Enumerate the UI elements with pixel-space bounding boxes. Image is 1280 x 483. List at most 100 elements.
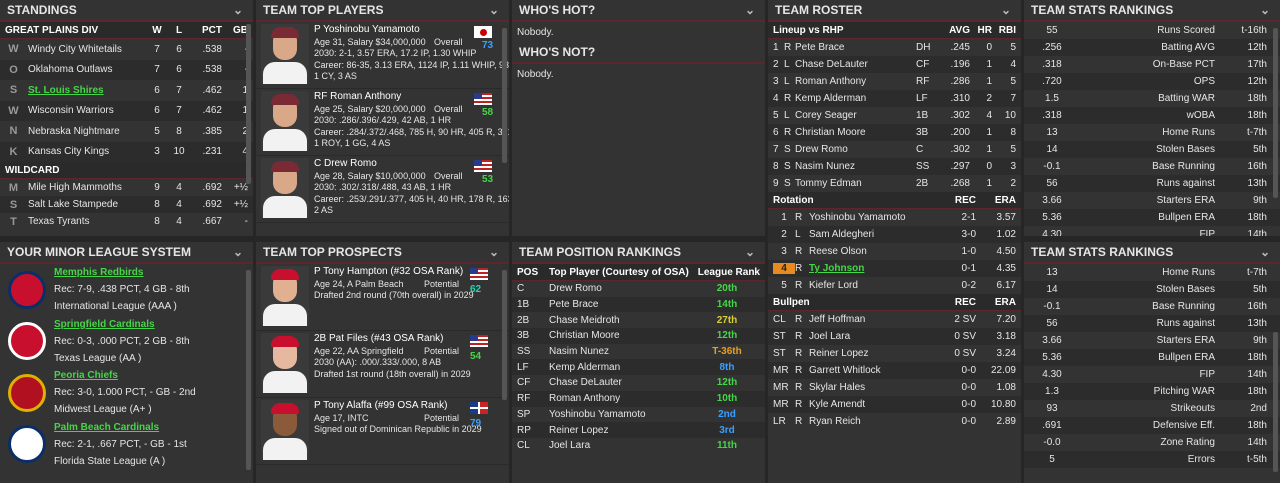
chevron-down-icon[interactable]: ⌄ xyxy=(230,3,246,17)
position-row[interactable]: RP Reiner Lopez 3rd xyxy=(512,422,765,438)
scrollbar[interactable] xyxy=(246,270,251,470)
minor-team-card[interactable]: Peoria Chiefs Rec: 3-0, 1.000 PCT, - GB -… xyxy=(0,367,253,419)
prospect-card[interactable]: P Tony Alaffa (#99 OSA Rank) Age 17, INTC… xyxy=(256,398,509,465)
minor-team-card[interactable]: Palm Beach Cardinals Rec: 2-1, .667 PCT, … xyxy=(0,419,253,471)
chevron-down-icon[interactable]: ⌄ xyxy=(486,245,502,259)
column-header: GREAT PLAINS DIV xyxy=(5,24,99,36)
wildcard-row[interactable]: M Mile High Mammoths 9 4 .692 +½ xyxy=(0,179,253,196)
wildcard-row[interactable]: S Salt Lake Stampede 8 4 .692 +½ xyxy=(0,196,253,213)
team-name[interactable]: Salt Lake Stampede xyxy=(28,199,146,210)
prospect-card[interactable]: 2B Pat Files (#43 OSA Rank) Age 22, AA Sp… xyxy=(256,331,509,398)
minor-team-name[interactable]: Springfield Cardinals xyxy=(54,316,253,333)
position-row[interactable]: 1B Pete Brace 14th xyxy=(512,296,765,313)
player-card[interactable]: C Drew Romo Age 28, Salary $10,000,000 Ove… xyxy=(256,156,509,223)
hr: 4 xyxy=(986,110,992,121)
rotation-row[interactable]: 4 R Ty Johnson 0-1 4.35 xyxy=(768,260,1021,277)
chevron-down-icon[interactable]: ⌄ xyxy=(230,245,246,259)
position-row[interactable]: 2B Chase Meidroth 27th xyxy=(512,312,765,328)
minor-team-name[interactable]: Peoria Chiefs xyxy=(54,367,253,384)
lineup-row[interactable]: 5 L Corey Seager 1B .302 4 10 xyxy=(768,107,1021,124)
chevron-down-icon[interactable]: ⌄ xyxy=(486,3,502,17)
wildcard-row[interactable]: T Texas Tyrants 8 4 .667 - xyxy=(0,213,253,230)
scrollbar[interactable] xyxy=(502,28,507,163)
wildcard-title: WILDCARD xyxy=(5,164,60,176)
scrollbar[interactable] xyxy=(1273,28,1278,198)
bullpen-row[interactable]: ST R Reiner Lopez 0 SV 3.24 xyxy=(768,345,1021,362)
bullpen-row[interactable]: MR R Kyle Amendt 0-0 10.80 xyxy=(768,396,1021,413)
position-row[interactable]: RF Roman Anthony 10th xyxy=(512,390,765,407)
lineup-row[interactable]: 3 L Roman Anthony RF .286 1 5 xyxy=(768,73,1021,90)
stat-rank: 18th xyxy=(1247,212,1267,223)
team-stat: .462 xyxy=(202,105,222,117)
column-header: GB xyxy=(233,24,248,36)
minor-team-name[interactable]: Memphis Redbirds xyxy=(54,264,253,281)
bullpen-row[interactable]: CL R Jeff Hoffman 2 SV 7.20 xyxy=(768,311,1021,328)
standings-row[interactable]: N Nebraska Nightmare 5 8 .3852 xyxy=(0,121,253,142)
bullpen-row[interactable]: MR R Garrett Whitlock 0-0 22.09 xyxy=(768,362,1021,379)
lineup-row[interactable]: 9 S Tommy Edman 2B .268 1 2 xyxy=(768,175,1021,192)
chevron-down-icon[interactable]: ⌄ xyxy=(742,245,758,259)
chevron-down-icon[interactable]: ⌄ xyxy=(742,3,758,17)
rotation-row[interactable]: 5 R Kiefer Lord 0-2 6.17 xyxy=(768,277,1021,294)
team-name[interactable]: Windy City Whitetails xyxy=(28,44,146,55)
team-name[interactable]: Mile High Mammoths xyxy=(28,182,146,193)
team-name[interactable]: Wisconsin Warriors xyxy=(28,105,146,116)
bullpen-role: LR xyxy=(773,416,786,427)
team-name[interactable]: Nebraska Nightmare xyxy=(28,126,146,137)
column-header: Bullpen xyxy=(773,296,810,308)
bullpen-row[interactable]: ST R Joel Lara 0 SV 3.18 xyxy=(768,328,1021,345)
stat-value: .256 xyxy=(1042,42,1062,53)
team-stat: 2 xyxy=(222,126,248,137)
scrollbar[interactable] xyxy=(246,24,251,184)
team-name[interactable]: Oklahoma Outlaws xyxy=(28,64,146,75)
rotation-row[interactable]: 2 L Sam Aldegheri 3-0 1.02 xyxy=(768,226,1021,243)
team-logo-icon: K xyxy=(9,145,18,158)
player-card[interactable]: P Yoshinobu Yamamoto Age 31, Salary $34,0… xyxy=(256,22,509,89)
minor-team-name[interactable]: Palm Beach Cardinals xyxy=(54,419,253,436)
position: 1B xyxy=(916,110,929,121)
position-row[interactable]: 3B Christian Moore 12th xyxy=(512,328,765,344)
team-name[interactable]: St. Louis Shires xyxy=(28,85,146,96)
chevron-down-icon[interactable]: ⌄ xyxy=(1257,3,1273,17)
chevron-down-icon[interactable]: ⌄ xyxy=(1257,245,1273,259)
standings-row[interactable]: S St. Louis Shires 6 7 .4621 xyxy=(0,80,253,101)
scrollbar[interactable] xyxy=(1273,332,1278,472)
position-row[interactable]: C Drew Romo 20th xyxy=(512,281,765,297)
position-row[interactable]: SS Nasim Nunez T-36th xyxy=(512,344,765,360)
lineup-row[interactable]: 4 R Kemp Alderman LF .310 2 7 xyxy=(768,90,1021,107)
minor-team-card[interactable]: Memphis Redbirds Rec: 7-9, .438 PCT, 4 GB… xyxy=(0,264,253,316)
player-name: Drew Romo xyxy=(795,144,848,155)
standings-row[interactable]: W Windy City Whitetails 7 6 .538- xyxy=(0,39,253,60)
team-name[interactable]: Kansas City Kings xyxy=(28,146,146,157)
rotation-row[interactable]: 1 R Yoshinobu Yamamoto 2-1 3.57 xyxy=(768,209,1021,226)
position-row[interactable]: CF Chase DeLauter 12th xyxy=(512,375,765,391)
standings-row[interactable]: W Wisconsin Warriors 6 7 .4621 xyxy=(0,100,253,121)
chevron-down-icon[interactable]: ⌄ xyxy=(998,3,1014,17)
team-name[interactable]: Texas Tyrants xyxy=(28,216,146,227)
scrollbar[interactable] xyxy=(502,270,507,400)
standings-row[interactable]: K Kansas City Kings 3 10 .2314 xyxy=(0,141,253,162)
player-card[interactable]: RF Roman Anthony Age 25, Salary $20,000,0… xyxy=(256,89,509,156)
player-photo xyxy=(261,400,309,460)
lineup-row[interactable]: 1 R Pete Brace DH .245 0 5 xyxy=(768,39,1021,56)
position-row[interactable]: LF Kemp Alderman 8th xyxy=(512,359,765,376)
bullpen-row[interactable]: MR R Skylar Hales 0-0 1.08 xyxy=(768,379,1021,396)
player-name: Yoshinobu Yamamoto xyxy=(809,212,906,223)
rotation-row[interactable]: 3 R Reese Olson 1-0 4.50 xyxy=(768,243,1021,260)
prospect-card[interactable]: P Tony Hampton (#32 OSA Rank) Age 24, A P… xyxy=(256,264,509,331)
position-row[interactable]: CL Joel Lara 11th xyxy=(512,438,765,454)
position: 3B xyxy=(916,127,929,138)
player-age-salary: Age 31, Salary $34,000,000 Overall xyxy=(314,37,509,49)
lineup-row[interactable]: 7 S Drew Romo C .302 1 5 xyxy=(768,141,1021,158)
stat-value: 13 xyxy=(1046,267,1058,278)
stat-row: 14 Stolen Bases 5th xyxy=(1024,281,1280,298)
lineup-row[interactable]: 6 R Christian Moore 3B .200 1 8 xyxy=(768,124,1021,141)
lineup-row[interactable]: 2 L Chase DeLauter CF .196 1 4 xyxy=(768,56,1021,73)
player-age-salary: Age 28, Salary $10,000,000 Overall xyxy=(314,171,509,183)
bullpen-row[interactable]: LR R Ryan Reich 0-0 2.89 xyxy=(768,413,1021,430)
minor-team-card[interactable]: Springfield Cardinals Rec: 0-3, .000 PCT,… xyxy=(0,316,253,368)
position-row[interactable]: SP Yoshinobu Yamamoto 2nd xyxy=(512,407,765,423)
lineup-row[interactable]: 8 S Nasim Nunez SS .297 0 3 xyxy=(768,158,1021,175)
stat-value: 56 xyxy=(1046,178,1058,189)
standings-row[interactable]: O Oklahoma Outlaws 7 6 .538- xyxy=(0,59,253,80)
